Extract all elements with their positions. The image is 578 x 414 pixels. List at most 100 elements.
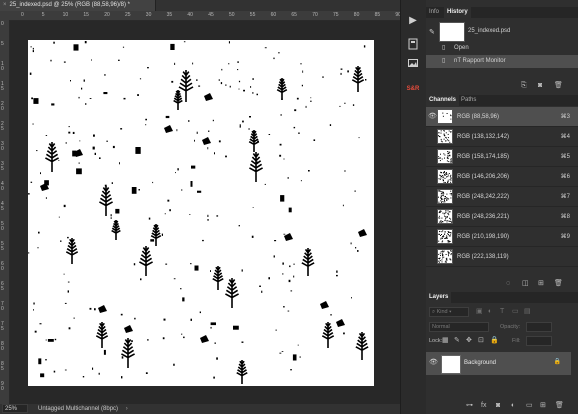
- filter-shape-icon[interactable]: ▭: [512, 306, 519, 318]
- tab-channels[interactable]: Channels: [426, 95, 460, 106]
- layer-style-icon[interactable]: fx: [481, 400, 486, 412]
- channel-name: RGB (158,174,185): [457, 154, 510, 160]
- brush-source-icon[interactable]: ✎: [429, 26, 435, 39]
- new-document-icon[interactable]: ⎘: [521, 80, 527, 92]
- new-layer-icon[interactable]: ⊞: [540, 400, 546, 412]
- adjustment-layer-icon[interactable]: ◐: [511, 400, 515, 412]
- lock-all-icon[interactable]: 🔒: [490, 335, 499, 347]
- speckle-shape: [138, 189, 140, 191]
- filter-type-icon[interactable]: T: [500, 306, 504, 318]
- history-item-rapport[interactable]: ▯ nT Rapport Monitor: [426, 55, 578, 68]
- image-icon[interactable]: [405, 58, 421, 72]
- thumb-dot: [443, 201, 445, 203]
- thumb-dot: [440, 196, 442, 198]
- layer-mask-icon[interactable]: ◙: [496, 400, 500, 412]
- channel-row[interactable]: RGB (158,174,185) ⌘5: [426, 147, 578, 167]
- tab-paths[interactable]: Paths: [458, 95, 479, 106]
- save-selection-icon[interactable]: ◫: [522, 278, 529, 290]
- close-tab-icon[interactable]: ×: [3, 2, 7, 8]
- speckle-shape: [241, 341, 244, 343]
- speckle-shape: [161, 233, 163, 236]
- tree-shape: [150, 224, 162, 246]
- ruler-tick-label: 35: [166, 12, 173, 18]
- speckle-shape: [249, 116, 251, 118]
- thumb-dot: [446, 259, 448, 261]
- new-channel-icon[interactable]: ⊞: [538, 278, 544, 290]
- thumb-dot: [441, 261, 443, 263]
- thumb-dot: [445, 260, 447, 262]
- thumb-dot: [442, 212, 444, 214]
- play-action-icon[interactable]: ▶: [405, 14, 421, 28]
- new-group-icon[interactable]: ▭: [526, 400, 533, 412]
- zoom-field[interactable]: 25%: [2, 404, 28, 413]
- filter-smart-icon[interactable]: ▤: [524, 306, 531, 318]
- thumb-dot: [446, 221, 448, 223]
- trash-icon[interactable]: 🗑: [555, 400, 564, 412]
- eye-icon[interactable]: 👁: [429, 358, 438, 366]
- tree-shape: [121, 338, 135, 368]
- status-menu-arrow[interactable]: ›: [126, 406, 128, 412]
- channel-row[interactable]: RGB (248,236,221) ⌘8: [426, 207, 578, 227]
- thumb-dot: [442, 255, 443, 257]
- trash-icon[interactable]: 🗑: [554, 278, 563, 290]
- tab-info[interactable]: Info: [426, 7, 442, 18]
- speckle-shape: [288, 279, 291, 283]
- s-and-r-icon[interactable]: S&R: [405, 82, 421, 96]
- tab-layers[interactable]: Layers: [426, 292, 452, 303]
- channel-row[interactable]: RGB (138,132,142) ⌘4: [426, 127, 578, 147]
- thumb-dot: [440, 221, 442, 223]
- thumb-dot: [439, 178, 441, 180]
- speckle-shape: [220, 82, 223, 85]
- eye-icon[interactable]: 👁: [428, 112, 437, 120]
- speckle-shape: [239, 126, 241, 128]
- filter-adjustment-icon[interactable]: ◐: [488, 306, 492, 318]
- channel-row[interactable]: RGB (210,198,190) ⌘9: [426, 227, 578, 247]
- document-canvas[interactable]: [28, 40, 374, 386]
- thumb-dot: [443, 256, 445, 258]
- link-layers-icon[interactable]: ⊶: [466, 400, 473, 412]
- history-snapshot[interactable]: ✎ 25_indexed.psd: [426, 20, 578, 42]
- speckle-shape: [45, 135, 48, 136]
- lock-image-icon[interactable]: ✎: [454, 335, 460, 347]
- blend-mode-select[interactable]: Normal: [429, 322, 489, 332]
- channel-row[interactable]: 👁 RGB (88,58,96) ⌘3: [426, 107, 578, 127]
- speckle-shape: [176, 129, 178, 132]
- thumb-dot: [438, 156, 440, 158]
- layer-row-background[interactable]: 👁 Background 🔒: [426, 352, 571, 375]
- tab-history[interactable]: History: [444, 7, 471, 18]
- speckle-shape: [296, 97, 299, 100]
- opacity-field[interactable]: [526, 322, 552, 332]
- document-tab[interactable]: × 25_indexed.psd @ 25% (RGB (88,58,96)/8)…: [0, 0, 156, 11]
- speckle-shape: [340, 72, 342, 75]
- lock-position-icon[interactable]: ✥: [466, 335, 472, 347]
- speckle-shape: [76, 168, 82, 175]
- speckle-shape: [167, 199, 170, 202]
- speckle-shape: [259, 285, 261, 287]
- properties-icon[interactable]: [405, 38, 421, 52]
- lock-transparent-icon[interactable]: ▦: [442, 335, 449, 347]
- filter-pixel-icon[interactable]: ▣: [476, 306, 483, 318]
- ruler-tick-label: 85: [374, 12, 381, 18]
- load-selection-icon[interactable]: ◌: [506, 278, 510, 290]
- fill-field[interactable]: [526, 336, 552, 346]
- speckle-shape: [38, 358, 42, 365]
- channel-row[interactable]: RGB (222,138,119): [426, 247, 578, 267]
- thumb-dot: [444, 201, 446, 203]
- trash-icon[interactable]: 🗑: [554, 80, 563, 92]
- channel-row[interactable]: RGB (146,206,206) ⌘6: [426, 167, 578, 187]
- thumb-dot: [441, 158, 443, 160]
- thumb-dot: [447, 198, 449, 200]
- history-item-open[interactable]: ▯ Open: [426, 42, 578, 55]
- ruler-corner[interactable]: [0, 11, 9, 20]
- channel-row[interactable]: RGB (248,242,222) ⌘7: [426, 187, 578, 207]
- document-info[interactable]: Untagged Multichannel (8bpc) ›: [38, 404, 128, 414]
- speckle-shape: [131, 340, 133, 343]
- ruler-left[interactable]: 0 5 1 0 1 5 2 0 2 5 3 0 3 5 4 0 4 5 5 0 5 5 6 0 6 5 7 …: [0, 20, 10, 404]
- thumb-dot: [448, 255, 449, 257]
- lock-artboard-icon[interactable]: ⊡: [478, 335, 484, 347]
- speckle-shape: [310, 100, 312, 102]
- camera-icon[interactable]: ◙: [538, 80, 542, 92]
- ruler-top[interactable]: 0 5 10 15 20 25 30 35 40 45 50 55 60 65 70 75 80 85 90: [9, 11, 401, 21]
- speckle-shape: [119, 162, 120, 165]
- ruler-tick-label: 40: [187, 12, 193, 18]
